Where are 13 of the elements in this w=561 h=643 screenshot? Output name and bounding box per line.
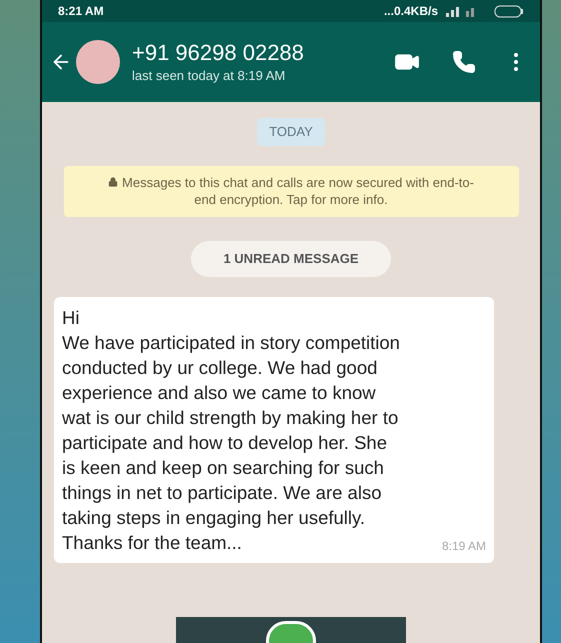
date-chip: TODAY (257, 118, 325, 146)
lock-icon (108, 177, 118, 188)
avatar[interactable] (76, 40, 120, 84)
last-seen: last seen today at 8:19 AM (132, 67, 286, 85)
message-time: 8:19 AM (442, 538, 486, 555)
battery-icon (494, 4, 524, 18)
contact-name: +91 96298 02288 (132, 38, 305, 66)
status-time: 8:21 AM (58, 3, 104, 20)
unread-chip: 1 UNREAD MESSAGE (191, 241, 391, 277)
phone-call-icon[interactable] (452, 50, 476, 74)
encryption-notice[interactable]: Messages to this chat and calls are now secured with end-to-end encryption. Tap for more info. (64, 166, 518, 218)
message-text: Hi We have participated in story competition conducted by ur college. We had good experience and also we came to know wat is our child strength by making her to participate and how to develop her. She is keen and keep on searching for such things in net to participate. We are also taking steps in engaging her usefully. Thanks for the team... (62, 306, 400, 555)
network-speed: ...0.4KB/s (384, 3, 438, 20)
